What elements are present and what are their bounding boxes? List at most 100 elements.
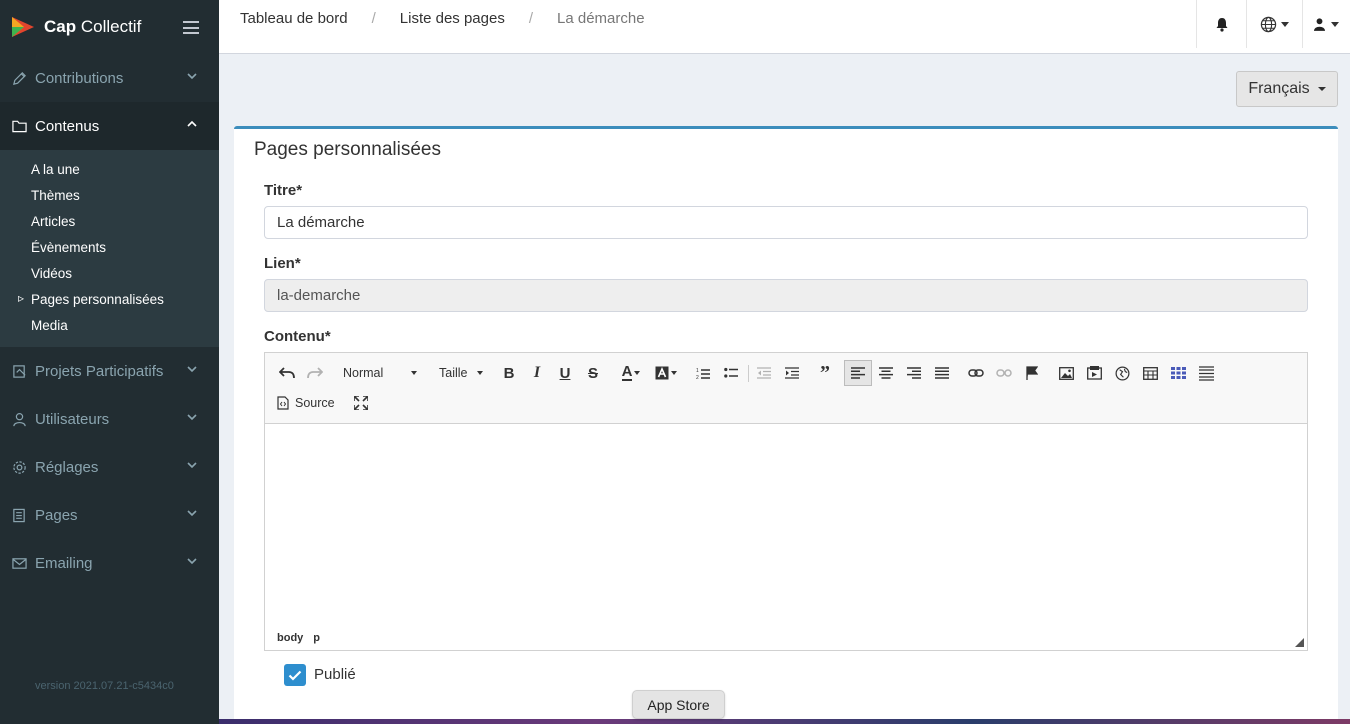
subitem-pages-personnalisees[interactable]: Pages personnalisées xyxy=(0,286,219,312)
sidebar-item-label: Projets Participatifs xyxy=(35,362,164,380)
horizontal-rule-icon[interactable] xyxy=(1196,362,1216,384)
grid-icon[interactable] xyxy=(1168,362,1188,384)
italic-icon[interactable]: I xyxy=(527,362,547,384)
numbered-list-icon[interactable]: 12 xyxy=(693,362,713,384)
maximize-icon[interactable] xyxy=(351,392,371,414)
path-body[interactable]: body xyxy=(277,632,303,644)
undo-icon[interactable] xyxy=(277,362,297,384)
text-color-icon[interactable]: A xyxy=(617,362,645,384)
size-dropdown[interactable]: Taille xyxy=(435,362,487,384)
align-left-icon[interactable] xyxy=(844,360,872,386)
titre-label: Titre* xyxy=(264,182,303,199)
sidebar-item-utilisateurs[interactable]: Utilisateurs xyxy=(0,395,219,443)
format-dropdown-value: Normal xyxy=(343,366,384,380)
link-icon[interactable] xyxy=(966,362,986,384)
subitem-evenements[interactable]: Évènements xyxy=(0,234,219,260)
breadcrumb-separator: / xyxy=(371,10,376,27)
align-center-icon[interactable] xyxy=(876,362,896,384)
sidebar-item-contenus[interactable]: Contenus xyxy=(0,102,219,150)
editor-content-area[interactable] xyxy=(265,424,1307,624)
sidebar-item-label: Utilisateurs xyxy=(35,410,110,428)
sidebar-item-emailing[interactable]: Emailing xyxy=(0,539,219,587)
contenu-label: Contenu* xyxy=(264,328,331,345)
contenus-submenu: A la une Thèmes Articles Évènements Vidé… xyxy=(0,150,219,347)
version-label: version 2021.07.21-c5434c0 xyxy=(35,680,174,692)
image-icon[interactable] xyxy=(1056,362,1076,384)
outdent-icon[interactable] xyxy=(754,362,774,384)
sidebar-item-reglages[interactable]: Réglages xyxy=(0,443,219,491)
background-color-icon[interactable] xyxy=(652,362,680,384)
align-right-icon[interactable] xyxy=(904,362,924,384)
globe-icon xyxy=(1260,16,1277,32)
project-icon xyxy=(11,363,27,379)
chevron-down-icon xyxy=(187,510,197,517)
breadcrumb-separator: / xyxy=(528,10,534,27)
source-button-label: Source xyxy=(295,396,335,410)
publie-checkbox[interactable] xyxy=(284,664,306,686)
chevron-down-icon xyxy=(187,366,197,373)
breadcrumb-current: La démarche xyxy=(557,10,645,27)
bulleted-list-icon[interactable] xyxy=(721,362,741,384)
language-menu-button[interactable] xyxy=(1246,0,1302,48)
envelope-icon xyxy=(11,555,27,571)
path-p[interactable]: p xyxy=(313,632,320,644)
sidebar-item-projets[interactable]: Projets Participatifs xyxy=(0,347,219,395)
user-icon xyxy=(1314,17,1325,31)
breadcrumb: Tableau de bord / Liste des pages / La d… xyxy=(240,10,669,27)
blockquote-icon[interactable]: ” xyxy=(815,362,835,384)
indent-icon[interactable] xyxy=(782,362,802,384)
breadcrumb-page-list[interactable]: Liste des pages xyxy=(400,10,505,27)
subitem-themes[interactable]: Thèmes xyxy=(0,182,219,208)
rich-text-editor: Normal Taille B I U S A 12 ” Source body… xyxy=(264,352,1308,651)
chevron-down-icon xyxy=(187,462,197,469)
subitem-videos[interactable]: Vidéos xyxy=(0,260,219,286)
lien-label: Lien* xyxy=(264,255,301,272)
caret-down-icon xyxy=(1331,21,1339,27)
align-justify-icon[interactable] xyxy=(932,362,952,384)
svg-text:2: 2 xyxy=(696,375,699,380)
brand-name: Cap Collectif xyxy=(44,17,142,36)
source-icon xyxy=(277,396,289,410)
iframe-globe-icon[interactable] xyxy=(1112,362,1132,384)
sidebar-item-label: Réglages xyxy=(35,458,99,476)
bell-icon xyxy=(1216,17,1227,32)
caret-down-icon xyxy=(1281,21,1289,27)
chevron-down-icon xyxy=(187,73,197,80)
caret-down-icon xyxy=(477,371,483,375)
checkmark-icon xyxy=(288,670,302,681)
dock-tooltip: App Store xyxy=(632,690,725,719)
unlink-icon[interactable] xyxy=(994,362,1014,384)
dock-background xyxy=(219,719,1350,724)
subitem-media[interactable]: Media xyxy=(0,312,219,338)
bold-icon[interactable]: B xyxy=(499,362,519,384)
language-select[interactable]: Français xyxy=(1236,71,1338,107)
table-icon[interactable] xyxy=(1140,362,1160,384)
source-button[interactable]: Source xyxy=(277,392,339,414)
subitem-articles[interactable]: Articles xyxy=(0,208,219,234)
editor-resize-handle[interactable] xyxy=(1295,638,1304,647)
anchor-flag-icon[interactable] xyxy=(1022,362,1042,384)
sidebar-item-contributions[interactable]: Contributions xyxy=(0,54,219,102)
underline-icon[interactable]: U xyxy=(555,362,575,384)
media-embed-icon[interactable] xyxy=(1084,362,1104,384)
top-bar: Tableau de bord / Liste des pages / La d… xyxy=(219,0,1350,54)
page-form-box: Pages personnalisées Titre* La démarche … xyxy=(234,126,1338,724)
user-menu-button[interactable] xyxy=(1302,0,1350,48)
redo-icon[interactable] xyxy=(305,362,325,384)
strikethrough-icon[interactable]: S xyxy=(583,362,603,384)
sidebar: Cap Collectif Contributions Contenus A l… xyxy=(0,0,219,724)
sidebar-item-pages[interactable]: Pages xyxy=(0,491,219,539)
editor-toolbar: Normal Taille B I U S A 12 ” Source xyxy=(265,353,1307,424)
breadcrumb-dashboard[interactable]: Tableau de bord xyxy=(240,10,348,27)
notifications-button[interactable] xyxy=(1196,0,1246,48)
titre-input[interactable]: La démarche xyxy=(264,206,1308,239)
sidebar-item-label: Pages xyxy=(35,506,78,524)
subitem-a-la-une[interactable]: A la une xyxy=(0,156,219,182)
chevron-down-icon xyxy=(187,414,197,421)
cap-collectif-logo xyxy=(12,17,34,37)
format-dropdown[interactable]: Normal xyxy=(339,362,421,384)
sidebar-item-label: Contenus xyxy=(35,117,100,135)
chevron-down-icon xyxy=(187,558,197,565)
caret-down-icon xyxy=(411,371,417,375)
menu-toggle-icon[interactable] xyxy=(183,21,199,34)
